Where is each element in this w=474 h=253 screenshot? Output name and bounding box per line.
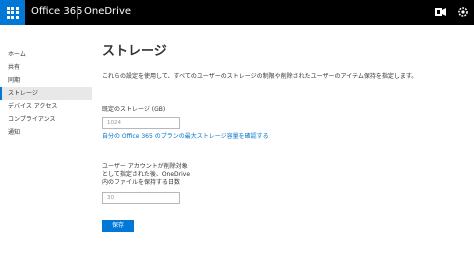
sidebar-nav: ホーム 共有 同期 ストレージ デバイス アクセス コンプライアンス 通知 xyxy=(0,48,92,139)
save-button[interactable]: 保存 xyxy=(102,220,134,232)
page-title: ストレージ xyxy=(102,44,167,59)
sidebar-item-home[interactable]: ホーム xyxy=(0,48,92,61)
sidebar-item-sharing[interactable]: 共有 xyxy=(0,61,92,74)
page-description: これらの設定を使用して、すべてのユーザーのストレージの制限や削除されたユーザーの… xyxy=(102,73,418,80)
office-365-brand[interactable]: Office 365 xyxy=(31,5,82,19)
retention-label-line-2: として指定された後、OneDrive xyxy=(102,171,191,178)
sidebar-item-notifications[interactable]: 通知 xyxy=(0,126,92,139)
default-storage-input[interactable] xyxy=(102,117,180,129)
app-name[interactable]: OneDrive xyxy=(84,5,131,19)
sidebar-item-device-access[interactable]: デバイス アクセス xyxy=(0,100,92,113)
sidebar-item-sync[interactable]: 同期 xyxy=(0,74,92,87)
waffle-icon xyxy=(6,6,19,19)
app-launcher-button[interactable] xyxy=(0,0,25,25)
retention-days-label: ユーザー アカウントが削除対象 として指定された後、OneDrive 内のファイ… xyxy=(102,163,212,187)
retention-days-input[interactable] xyxy=(102,192,180,204)
skype-icon[interactable] xyxy=(434,5,448,19)
check-max-storage-link[interactable]: 自分の Office 365 のプランの最大ストレージ容量を確認する xyxy=(102,133,269,141)
retention-label-line-3: 内のファイルを保持する日数 xyxy=(102,179,181,186)
default-storage-label: 既定のストレージ (GB) xyxy=(102,106,166,113)
sidebar-item-storage[interactable]: ストレージ xyxy=(0,87,92,100)
gear-icon[interactable] xyxy=(456,5,470,19)
retention-label-line-1: ユーザー アカウントが削除対象 xyxy=(102,163,188,170)
top-bar: Office 365 OneDrive xyxy=(0,0,474,25)
sidebar-item-compliance[interactable]: コンプライアンス xyxy=(0,113,92,126)
top-bar-icons xyxy=(434,5,470,19)
brand-divider xyxy=(77,6,78,19)
